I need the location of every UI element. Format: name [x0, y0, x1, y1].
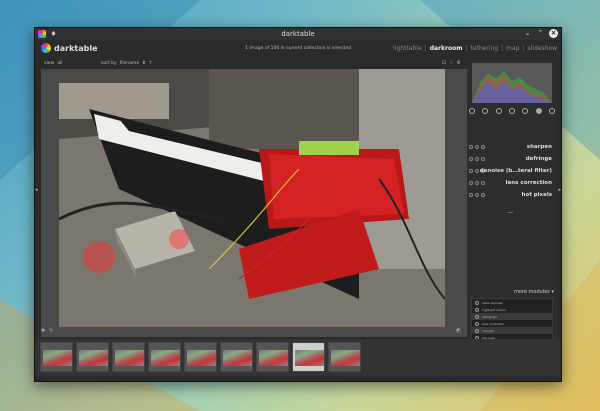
filmstrip-thumbnail[interactable] [76, 342, 109, 372]
star-icon[interactable]: ☆ [449, 60, 453, 66]
photo-content [59, 69, 445, 327]
thumbnail-image [187, 350, 216, 366]
view-filter[interactable]: view all [44, 61, 63, 66]
module-sharpen[interactable]: sharpen [469, 143, 555, 153]
photo-preview [59, 69, 445, 327]
thumbnail-image [259, 350, 288, 366]
view-switcher: lighttable | darkroom | tethering | map … [393, 45, 557, 52]
reset-icon[interactable] [481, 145, 485, 149]
active-modules-icon[interactable] [469, 108, 475, 114]
histogram-graph [472, 71, 552, 103]
presets-icon[interactable] [475, 157, 479, 161]
thumbnail-image [43, 350, 72, 366]
list-item[interactable]: haze removal [472, 299, 552, 306]
power-icon[interactable] [469, 181, 473, 185]
presets-icon[interactable] [475, 169, 479, 173]
filmstrip-thumbnail[interactable] [328, 342, 361, 372]
thumbnail-image [115, 350, 144, 366]
effect-group-icon[interactable] [548, 108, 555, 114]
filmstrip-thumbnail[interactable] [220, 342, 253, 372]
filmstrip [35, 339, 561, 376]
filmstrip-thumbnail[interactable] [256, 342, 289, 372]
more-modules-toggle[interactable]: more modules ▾ [514, 289, 554, 295]
edit-icon[interactable]: ✎ [49, 328, 53, 334]
view-lighttable[interactable]: lighttable [393, 45, 422, 52]
gear-icon[interactable]: ⚙ [457, 60, 461, 66]
histogram[interactable] [472, 63, 552, 103]
sort-control[interactable]: sort by filename ⬍ ↑ [101, 61, 152, 66]
list-item[interactable]: lens correction [472, 320, 552, 327]
list-item[interactable]: histogram [472, 313, 552, 320]
power-icon[interactable] [469, 145, 473, 149]
list-item[interactable]: highlight reduct. [472, 306, 552, 313]
module-denoise[interactable]: denoise (b…teral filter) [469, 167, 555, 177]
presets-icon[interactable] [475, 145, 479, 149]
color-group-icon[interactable] [522, 108, 529, 114]
display-profile-icon[interactable]: ◩ [456, 328, 461, 334]
maximize-button[interactable]: ⌃ [536, 29, 545, 38]
view-tethering[interactable]: tethering [470, 45, 498, 52]
power-icon[interactable] [469, 169, 473, 173]
presets-icon[interactable] [475, 181, 479, 185]
thumbnail-image [79, 350, 108, 366]
pin-icon[interactable]: ♦ [49, 30, 58, 39]
app-header: darktable 1 image of 106 in current coll… [35, 40, 561, 60]
filmstrip-thumbnail[interactable] [40, 342, 73, 372]
window-title: darktable [281, 30, 315, 38]
correction-group-icon[interactable] [535, 108, 542, 114]
expand-left-arrow-icon[interactable]: ◂ [35, 187, 38, 193]
divider-ornament-icon: ∽ [507, 208, 514, 217]
filmstrip-thumbnail[interactable] [184, 342, 217, 372]
module-defringe[interactable]: defringe [469, 155, 555, 165]
thumbnail-image [223, 350, 252, 366]
module-lens-correction[interactable]: lens correction [469, 179, 555, 189]
filmstrip-thumbnail[interactable] [292, 342, 325, 372]
close-button[interactable]: × [549, 29, 558, 38]
reset-icon[interactable] [481, 181, 485, 185]
view-slideshow[interactable]: slideshow [528, 45, 557, 52]
power-icon[interactable] [469, 157, 473, 161]
reset-icon[interactable] [481, 157, 485, 161]
filmstrip-thumbnail[interactable] [148, 342, 181, 372]
minimize-button[interactable]: ⌄ [523, 29, 532, 38]
collapse-right-arrow-icon[interactable]: ▸ [558, 187, 561, 193]
app-window: ♦ darktable ⌄ ⌃ × darktable 1 image of 1… [34, 27, 562, 382]
thumbnail-image [331, 350, 360, 366]
titlebar: ♦ darktable ⌄ ⌃ × [35, 28, 561, 40]
thumbnail-image [295, 350, 324, 366]
view-map[interactable]: map [506, 45, 519, 52]
image-canvas[interactable] [41, 69, 467, 337]
grouping-icon[interactable]: ⊡ [442, 60, 446, 66]
basic-group-icon[interactable] [495, 108, 502, 114]
list-item[interactable]: colorize [472, 327, 552, 334]
app-icon [38, 30, 46, 38]
favorites-icon[interactable] [482, 108, 489, 114]
presets-icon[interactable] [475, 193, 479, 197]
view-darkroom[interactable]: darkroom [430, 45, 463, 52]
module-group-tabs [469, 108, 555, 114]
top-icons: ⊡ ☆ ⚙ [442, 60, 461, 66]
right-panel: sharpen defringe denoise (b…teral filter… [467, 61, 557, 362]
thumbnail-image [151, 350, 180, 366]
bottom-toolbar: ✱ ✎ ◩ [41, 328, 467, 336]
reset-icon[interactable] [481, 193, 485, 197]
styles-icon[interactable]: ✱ [41, 328, 45, 334]
filmstrip-thumbnail[interactable] [112, 342, 145, 372]
power-icon[interactable] [469, 193, 473, 197]
module-hot-pixels[interactable]: hot pixels [469, 191, 555, 201]
tone-group-icon[interactable] [508, 108, 515, 114]
right-panel-edge: ▸ [557, 69, 561, 339]
